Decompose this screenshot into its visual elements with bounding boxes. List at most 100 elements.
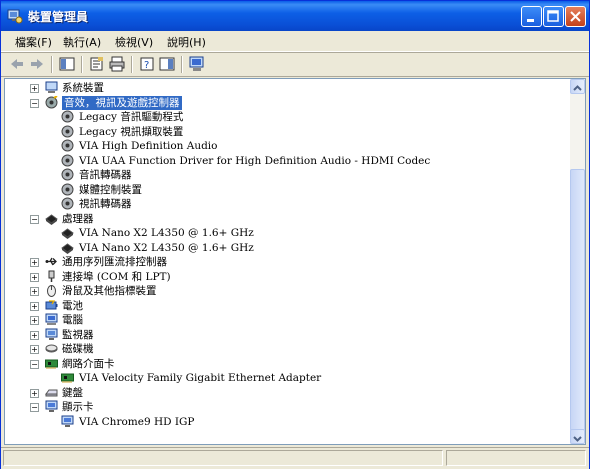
device-manager-icon [7,9,23,24]
collapse-icon[interactable]: − [30,98,39,108]
tree-device-row[interactable]: Legacy 視訊擷取裝置 [5,125,565,139]
device-label[interactable]: VIA Velocity Family Gigabit Ethernet Ada… [79,371,321,385]
svg-text:?: ? [144,60,149,71]
tree-category-row[interactable]: + 電池 [5,299,565,313]
menu-view[interactable]: 檢視(V) [115,34,153,50]
tree-category-row[interactable]: + 磁碟機 [5,342,565,356]
print-icon[interactable] [109,56,125,72]
tree-category-row[interactable]: + 滑鼠及其他指標裝置 [5,284,565,298]
scan-hardware-icon[interactable] [189,56,205,72]
expand-icon[interactable]: + [30,388,39,398]
tree-category-row[interactable]: + 鍵盤 [5,386,565,400]
menu-help[interactable]: 說明(H) [167,34,206,50]
category-label[interactable]: 滑鼠及其他指標裝置 [62,284,157,298]
menu-action[interactable]: 執行(A) [63,34,101,50]
scroll-down-button[interactable] [570,429,585,444]
category-label[interactable]: 電池 [62,299,83,313]
device-label[interactable]: VIA Nano X2 L4350 @ 1.6+ GHz [79,226,254,240]
toolbar-separator [51,56,53,73]
expand-icon[interactable]: + [30,287,39,296]
properties-icon[interactable] [89,56,105,72]
maximize-button[interactable] [543,6,564,27]
tree-device-row[interactable]: VIA Nano X2 L4350 @ 1.6+ GHz [5,226,565,240]
collapse-icon[interactable]: − [30,214,39,224]
tree-category-row[interactable]: + 電腦 [5,313,565,327]
expand-icon[interactable]: + [30,316,39,325]
toolbar-separator [81,56,83,73]
minimize-button[interactable] [521,6,542,27]
expand-icon[interactable]: + [30,345,39,354]
expand-icon[interactable]: + [30,258,39,267]
cpu-icon [61,228,74,239]
tree-category-row[interactable]: + 通用序列匯流排控制器 [5,255,565,269]
category-label[interactable]: 顯示卡 [62,400,94,414]
tree-category-row[interactable]: − 顯示卡 [5,400,565,414]
category-label[interactable]: 處理器 [62,212,94,226]
collapse-icon[interactable]: − [30,359,39,369]
cpu-icon [61,242,74,254]
device-label[interactable]: 媒體控制裝置 [79,183,142,197]
tree-category-row[interactable]: + 監視器 [5,328,565,342]
expand-icon[interactable]: + [30,272,39,282]
show-hide-tree-icon[interactable] [59,56,75,72]
category-label[interactable]: 電腦 [62,313,83,327]
help-icon[interactable]: ? [139,56,155,72]
chevron-up-icon [573,85,582,91]
tree-category-row[interactable]: − 處理器 [5,212,565,226]
tree-category-row[interactable]: − 網路介面卡 [5,357,565,371]
chevron-down-icon [573,436,582,442]
system-device-icon [45,81,58,93]
back-icon[interactable] [9,56,25,72]
expand-icon[interactable]: + [30,84,39,93]
network-card-icon [61,373,74,383]
tree-category-row[interactable]: + 系統裝置 [5,81,565,95]
device-label[interactable]: Legacy 音訊驅動程式 [79,110,183,124]
menu-file[interactable]: 檔案(F) [15,34,52,50]
category-label[interactable]: 音效，視訊及遊戲控制器 [62,95,182,110]
device-label[interactable]: 音訊轉碼器 [79,168,132,182]
expand-icon[interactable]: + [30,330,39,340]
tree-device-row[interactable]: 視訊轉碼器 [5,197,565,211]
tree-category-row[interactable]: − 音效，視訊及遊戲控制器 [5,95,565,110]
category-label[interactable]: 磁碟機 [62,342,94,356]
device-label[interactable]: Legacy 視訊擷取裝置 [79,125,183,139]
tree-device-row[interactable]: 媒體控制裝置 [5,183,565,197]
vertical-scrollbar[interactable] [570,79,585,444]
category-label[interactable]: 鍵盤 [62,386,83,400]
device-label[interactable]: VIA Chrome9 HD IGP [79,415,195,429]
speaker-icon [61,139,74,152]
tree-device-row[interactable]: VIA Chrome9 HD IGP [5,415,565,429]
scroll-up-button[interactable] [570,79,585,94]
tree-device-row[interactable]: VIA High Definition Audio [5,139,565,153]
console-view-icon[interactable] [159,56,175,72]
tree-category-row[interactable]: + 連接埠 (COM 和 LPT) [5,270,565,284]
device-label[interactable]: 視訊轉碼器 [79,197,132,211]
device-label[interactable]: VIA UAA Function Driver for High Definit… [79,154,430,168]
tree-device-row[interactable]: VIA Velocity Family Gigabit Ethernet Ada… [5,371,565,385]
window-title: 裝置管理員 [28,10,89,24]
device-label[interactable]: VIA High Definition Audio [79,139,218,153]
category-label[interactable]: 監視器 [62,328,94,342]
tree-device-row[interactable]: Legacy 音訊驅動程式 [5,110,565,124]
tree-device-row[interactable]: VIA Nano X2 L4350 @ 1.6+ GHz [5,241,565,255]
category-label[interactable]: 網路介面卡 [62,357,115,371]
scroll-thumb[interactable] [570,169,585,431]
menu-bar: 檔案(F) 執行(A) 檢視(V) 說明(H) [1,31,589,52]
computer-icon [45,313,58,325]
title-bar[interactable]: 裝置管理員 [1,1,589,31]
category-label[interactable]: 通用序列匯流排控制器 [62,255,167,269]
tree-device-row[interactable]: VIA UAA Function Driver for High Definit… [5,154,565,168]
device-tree-pane[interactable]: + 系統裝置 − 音效，視訊及遊戲控制器 Legacy 音訊驅動程式 Legacy 視訊擷… [4,78,586,445]
device-label[interactable]: VIA Nano X2 L4350 @ 1.6+ GHz [79,241,254,255]
display-adapter-icon [45,400,58,412]
category-label[interactable]: 連接埠 (COM 和 LPT) [62,270,171,284]
close-button[interactable] [565,6,586,27]
tree-device-row[interactable]: 音訊轉碼器 [5,168,565,182]
battery-icon [45,299,58,309]
collapse-icon[interactable]: − [30,403,39,412]
speaker-icon [61,125,74,137]
forward-icon[interactable] [29,56,45,72]
minimize-icon [527,19,534,22]
category-label[interactable]: 系統裝置 [62,81,104,95]
expand-icon[interactable]: + [30,301,39,311]
